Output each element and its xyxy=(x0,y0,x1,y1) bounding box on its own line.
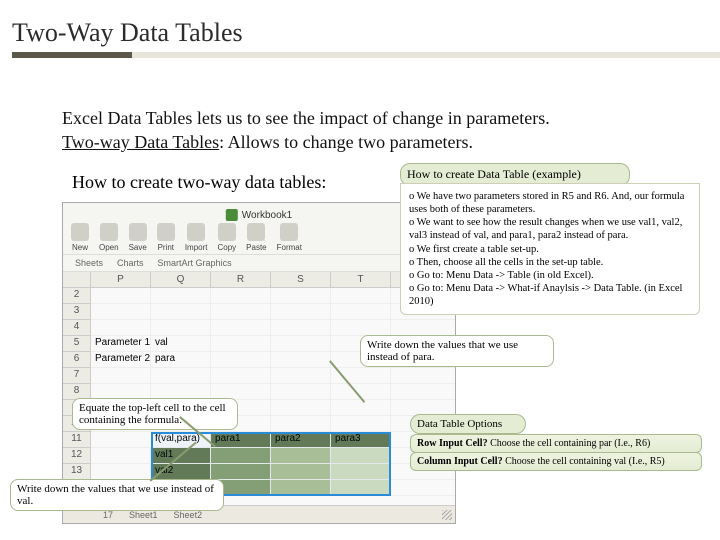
tab-sheets[interactable]: Sheets xyxy=(75,258,103,268)
ribbon-open[interactable]: Open xyxy=(99,223,119,252)
ribbon-new[interactable]: New xyxy=(71,223,89,252)
dt-options-row-input: Row Input Cell? Choose the cell containi… xyxy=(410,434,702,453)
callout-val-values: Write down the values that we use instea… xyxy=(10,479,224,511)
ribbon-format[interactable]: Format xyxy=(277,223,302,252)
tab-charts[interactable]: Charts xyxy=(117,258,144,268)
intro-text: Excel Data Tables lets us to see the imp… xyxy=(62,106,550,155)
ribbon-print[interactable]: Print xyxy=(157,223,175,252)
title-underline xyxy=(12,52,720,58)
tab-smartart[interactable]: SmartArt Graphics xyxy=(158,258,232,268)
grid: 2 3 4 5 6 7 8 9 10 11 12 13 14 Parameter… xyxy=(63,288,455,496)
ribbon-import[interactable]: Import xyxy=(185,223,208,252)
ribbon-save[interactable]: Save xyxy=(129,223,147,252)
callout-topleft: Equate the top-left cell to the cell con… xyxy=(72,398,238,430)
excel-icon xyxy=(226,209,238,221)
dt-options-col-input: Column Input Cell? Choose the cell conta… xyxy=(410,452,702,471)
ribbon-copy[interactable]: Copy xyxy=(217,223,236,252)
resize-grip-icon xyxy=(442,510,452,520)
title-block: Two-Way Data Tables xyxy=(12,18,720,58)
howto-heading: How to create two-way data tables: xyxy=(72,172,326,193)
sheet-tab-1[interactable]: Sheet1 xyxy=(129,510,158,520)
page-title: Two-Way Data Tables xyxy=(12,18,720,48)
ribbon-paste[interactable]: Paste xyxy=(246,223,266,252)
view-tabs: Sheets Charts SmartArt Graphics xyxy=(63,255,455,272)
dt-options-title: Data Table Options xyxy=(410,414,526,434)
callout-para-values: Write down the values that we use instea… xyxy=(360,335,554,367)
column-headers: P Q R S T xyxy=(63,272,455,288)
intro-line2: Two-way Data Tables: Allows to change tw… xyxy=(62,130,550,154)
intro-line1: Excel Data Tables lets us to see the imp… xyxy=(62,106,550,130)
workbook-title: Workbook1 xyxy=(226,209,292,221)
sheet-tab-2[interactable]: Sheet2 xyxy=(174,510,203,520)
row-headers: 2 3 4 5 6 7 8 9 10 11 12 13 14 xyxy=(63,288,91,496)
slide: Two-Way Data Tables Excel Data Tables le… xyxy=(0,0,720,540)
callout-body-example: o We have two parameters stored in R5 an… xyxy=(400,183,700,315)
